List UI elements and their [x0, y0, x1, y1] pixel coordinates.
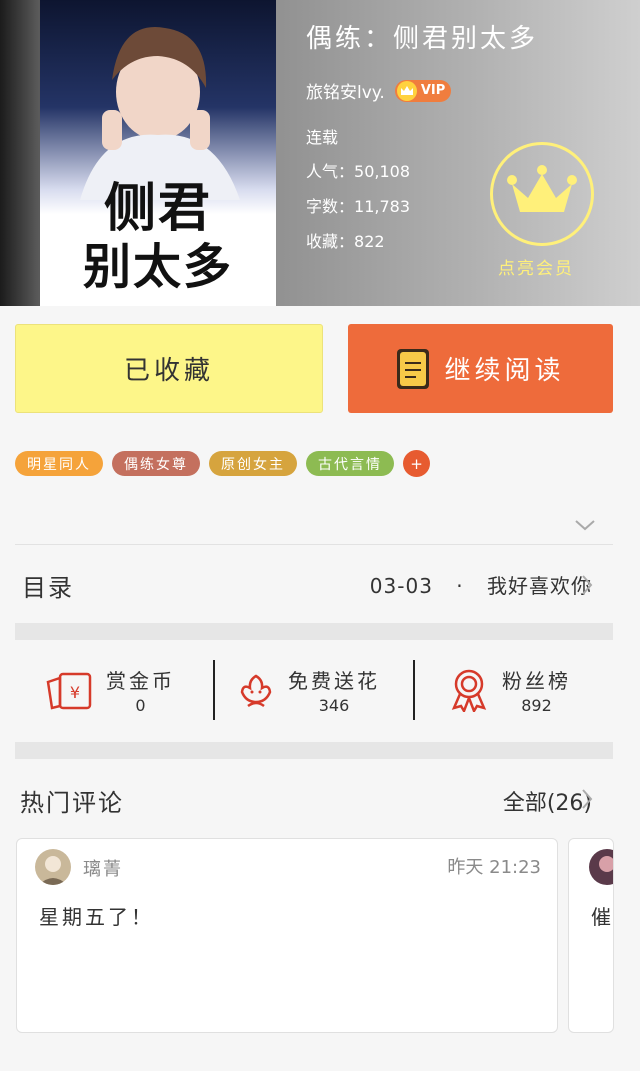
section-separator: [15, 623, 613, 640]
chevron-down-icon[interactable]: [574, 518, 596, 532]
fan-ranking[interactable]: 粉丝榜 892: [448, 660, 571, 720]
tag-list: 明星同人 偶练女尊 原创女主 古代言情 +: [15, 450, 430, 477]
favorites-value: 822: [354, 232, 385, 251]
tag-item[interactable]: 明星同人: [15, 451, 103, 476]
word-count-stat: 字数：11,783: [306, 193, 410, 217]
divider: [15, 544, 613, 545]
tag-item[interactable]: 偶练女尊: [112, 451, 200, 476]
vip-label: VIP: [420, 83, 446, 98]
popularity-label: 人气：: [306, 162, 355, 181]
word-count-label: 字数：: [306, 197, 355, 216]
book-status: 连载: [306, 128, 339, 147]
comment-card[interactable]: 璃菁 昨天 21:23 星期五了！: [16, 838, 558, 1033]
stat-divider: [413, 660, 415, 720]
stat-name: 赏金币: [106, 669, 175, 693]
crown-icon: [507, 165, 577, 212]
add-tag-button[interactable]: +: [403, 450, 430, 477]
stat-name: 粉丝榜: [502, 669, 571, 693]
word-count-value: 11,783: [354, 197, 410, 216]
cover-title-line2: 别太多: [82, 239, 233, 295]
book-title: 偶练：侧君别太多: [306, 24, 539, 54]
member-label: 点亮会员: [498, 259, 574, 279]
flower-icon: [240, 674, 272, 708]
comment-user[interactable]: 璃菁: [83, 855, 123, 881]
vip-badge: VIP: [394, 79, 452, 102]
catalog-label[interactable]: 目录: [22, 568, 74, 603]
section-separator: [15, 742, 613, 759]
member-badge[interactable]: 点亮会员: [490, 142, 594, 279]
comment-text: 星期五了！: [39, 905, 154, 929]
popularity-value: 50,108: [354, 162, 410, 181]
cover-title-line1: 侧君: [103, 178, 212, 239]
collected-button[interactable]: 已收藏: [15, 324, 323, 413]
popularity-stat: 人气：50,108: [306, 158, 410, 182]
stat-value: 346: [318, 696, 350, 715]
book-info: 偶练：侧君别太多 旅铭安lvy. VIP 连载 人气：50,108 字数：11,…: [306, 18, 539, 251]
collected-label: 已收藏: [123, 356, 214, 386]
fan-ranking-text: 粉丝榜 892: [502, 665, 571, 715]
comment-time: 昨天 21:23: [447, 857, 541, 878]
latest-chapter-separator: ·: [456, 574, 464, 598]
free-flowers-text: 免费送花 346: [288, 665, 380, 715]
comment-card[interactable]: 催: [568, 838, 614, 1033]
hot-comments-title: 热门评论: [20, 789, 124, 817]
tag-item[interactable]: 原创女主: [209, 451, 297, 476]
all-comments-link[interactable]: 全部(26): [503, 785, 592, 817]
stat-value: 0: [135, 696, 146, 715]
book-icon: [397, 348, 430, 389]
vip-crown-icon: [396, 80, 417, 101]
continue-reading-button[interactable]: 继续阅读: [348, 324, 613, 413]
stat-value: 892: [521, 696, 552, 715]
tag-item[interactable]: 古代言情: [306, 451, 394, 476]
avatar[interactable]: [35, 849, 71, 885]
stat-name: 免费送花: [288, 669, 380, 693]
svg-text:¥: ¥: [70, 683, 80, 702]
latest-chapter-date: 03-03: [369, 574, 433, 598]
medal-icon: [451, 669, 487, 712]
author-name[interactable]: 旅铭安lvy.: [306, 78, 385, 103]
author-row: 旅铭安lvy. VIP: [306, 78, 506, 103]
reward-coins-text: 赏金币 0: [106, 665, 175, 715]
favorites-label: 收藏：: [306, 232, 355, 251]
latest-chapter[interactable]: 03-03 · 我好喜欢你: [370, 570, 592, 599]
book-header: 侧君 别太多 偶练：侧君别太多 旅铭安lvy. VIP 连载 人气：50,108…: [0, 0, 640, 306]
chevron-right-icon[interactable]: [580, 787, 594, 811]
latest-chapter-title: 我好喜欢你: [487, 574, 592, 598]
comment-text: 催: [591, 905, 614, 929]
book-cover[interactable]: 侧君 别太多: [40, 0, 276, 306]
continue-reading-label: 继续阅读: [444, 356, 565, 386]
cover-title: 侧君 别太多: [40, 180, 276, 296]
reward-coins[interactable]: ¥ 赏金币 0: [46, 660, 175, 720]
red-envelope-icon: ¥: [46, 672, 92, 710]
favorites-stat: 收藏：822: [306, 228, 385, 252]
stat-divider: [213, 660, 215, 720]
chevron-right-icon[interactable]: [580, 573, 594, 597]
free-flowers[interactable]: 免费送花 346: [236, 660, 380, 720]
avatar[interactable]: [589, 849, 613, 885]
